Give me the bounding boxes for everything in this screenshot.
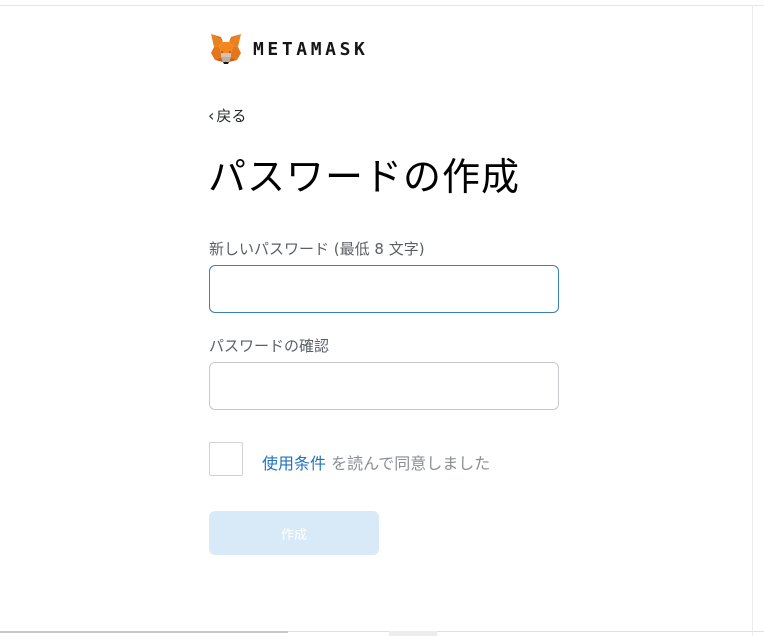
window-right-border bbox=[752, 5, 753, 636]
horizontal-scrollbar-track bbox=[0, 631, 288, 633]
chevron-left-icon: ‹ bbox=[208, 105, 215, 125]
fox-icon bbox=[209, 33, 243, 65]
horizontal-scrollbar-thumb[interactable] bbox=[389, 631, 437, 636]
create-button[interactable]: 作成 bbox=[209, 511, 379, 555]
terms-of-use-link[interactable]: 使用条件 bbox=[262, 454, 326, 473]
terms-agreement-suffix: を読んで同意しました bbox=[326, 454, 491, 473]
new-password-input[interactable] bbox=[209, 265, 559, 313]
confirm-password-input[interactable] bbox=[209, 362, 559, 410]
new-password-label: 新しいパスワード (最低 8 文字) bbox=[209, 240, 425, 258]
terms-checkbox[interactable] bbox=[209, 442, 243, 476]
confirm-password-label: パスワードの確認 bbox=[209, 337, 330, 355]
window-top-border bbox=[0, 5, 764, 6]
terms-agreement-text: 使用条件 を読んで同意しました bbox=[262, 450, 490, 474]
page-title: パスワードの作成 bbox=[208, 155, 521, 199]
back-link[interactable]: ‹ 戻る bbox=[208, 105, 246, 126]
back-link-label: 戻る bbox=[216, 107, 247, 125]
metamask-logo: METAMASK bbox=[209, 33, 369, 65]
brand-wordmark: METAMASK bbox=[253, 38, 369, 60]
